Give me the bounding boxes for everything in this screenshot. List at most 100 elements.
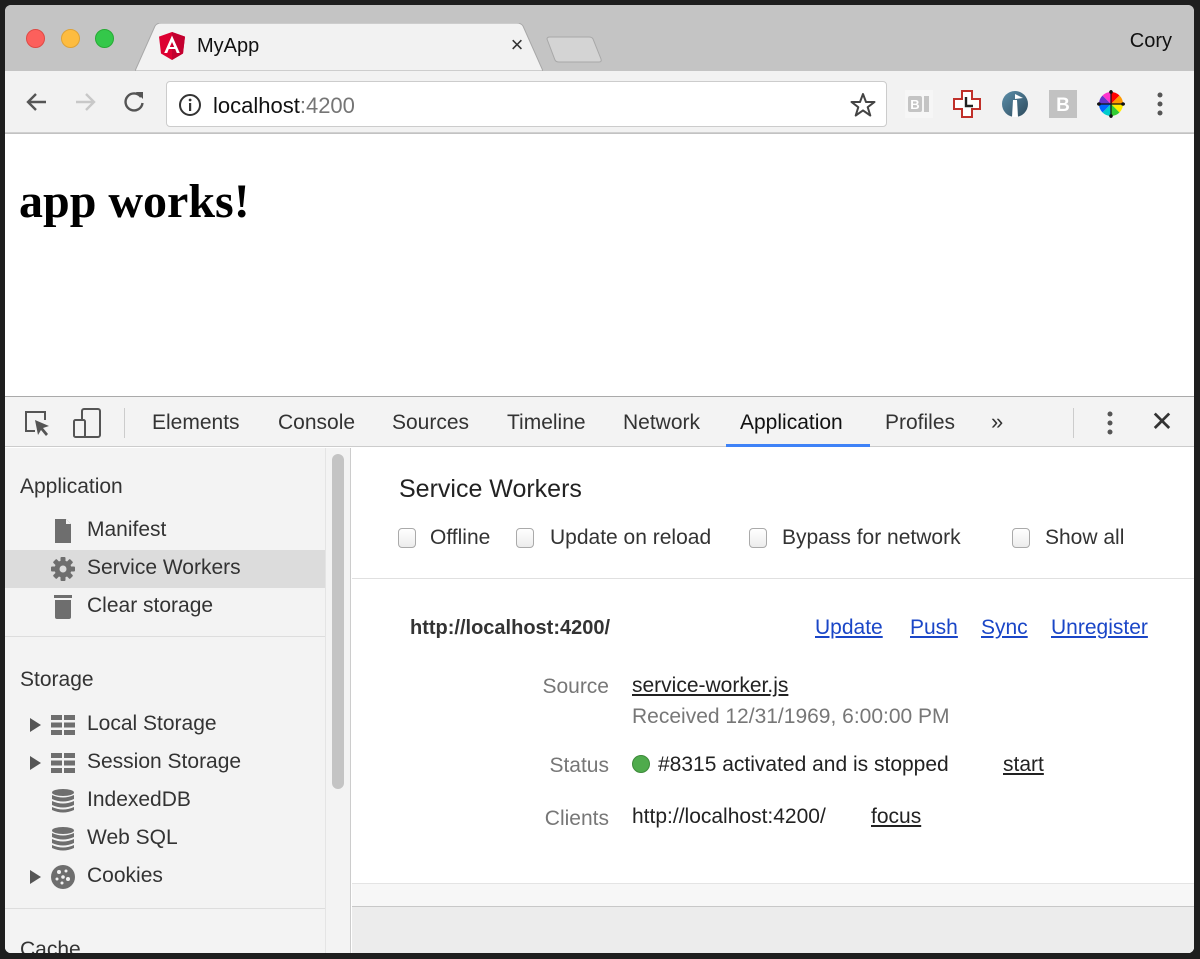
tab-application[interactable]: Application [740,411,843,435]
sidebar-item-label: Web SQL [87,826,178,849]
url-port: :4200 [299,93,355,118]
focus-link[interactable]: focus [871,805,921,829]
angular-icon [159,32,185,60]
inspect-element-icon[interactable] [21,407,53,439]
svg-text:B: B [910,97,919,112]
received-timestamp: Received 12/31/1969, 6:00:00 PM [632,705,950,728]
expand-triangle-icon[interactable] [30,756,41,770]
sidebar-item-label: IndexedDB [87,788,191,811]
more-tabs-icon[interactable]: » [991,409,1003,435]
status-text: #8315 activated and is stopped [658,753,949,776]
tab-sources[interactable]: Sources [392,411,469,435]
close-window-button[interactable] [26,29,45,48]
url-host: localhost [213,93,300,118]
sidebar-item-clear-storage[interactable]: Clear storage [5,588,325,626]
devtools-close-icon[interactable]: ✕ [1149,408,1175,436]
section-storage: Storage [20,668,94,691]
service-workers-panel: Service Workers Offline Update on reload… [352,448,1194,953]
forward-button[interactable] [70,87,100,117]
devtools-menu-icon[interactable] [1103,409,1117,437]
chrome-menu-icon[interactable] [1153,91,1167,117]
sidebar-item-service-workers[interactable]: Service Workers [5,550,325,588]
sidebar-item-label: Clear storage [87,594,214,617]
sidebar-item-indexeddb[interactable]: IndexedDB [5,782,325,820]
url-text[interactable]: localhost:4200 [213,93,355,119]
sidebar-item-cookies[interactable]: Cookies [5,858,325,896]
maximize-window-button[interactable] [95,29,114,48]
tab-profiles[interactable]: Profiles [885,411,955,435]
bypass-for-network-checkbox[interactable] [749,528,767,548]
svg-text:B: B [1056,95,1070,116]
registration-origin: http://localhost:4200/ [410,617,611,639]
panel-title: Service Workers [399,475,582,503]
update-on-reload-label[interactable]: Update on reload [550,526,711,550]
back-arrow-icon [26,93,46,111]
minimize-window-button[interactable] [61,29,80,48]
tab-timeline[interactable]: Timeline [507,411,586,435]
lighthouse-extension-icon[interactable] [1001,90,1029,118]
tab-close-icon[interactable]: × [505,32,529,60]
update-link[interactable]: Update [815,616,883,640]
show-all-label[interactable]: Show all [1045,526,1124,550]
sidebar-item-label: Session Storage [87,750,242,773]
devtools-panel: Elements Console Sources Timeline Networ… [5,396,1194,953]
sync-link[interactable]: Sync [981,616,1028,640]
browser-toolbar: localhost:4200 B B [5,71,1194,133]
status-indicator-icon [632,755,650,773]
browser-tab[interactable]: MyApp × [135,23,543,71]
color-wheel-extension-icon[interactable] [1097,90,1125,118]
bypass-for-network-label[interactable]: Bypass for network [782,526,961,550]
sidebar-scrollbar[interactable] [332,454,344,789]
status-value: #8315 activated and is stopped [632,753,949,777]
start-link[interactable]: start [1003,753,1044,777]
tab-console[interactable]: Console [278,411,355,435]
trash-icon [54,595,72,619]
title-bar: MyApp × Cory [5,5,1194,71]
b-extension-icon[interactable]: B [1049,90,1077,118]
sidebar-item-manifest[interactable]: Manifest [5,512,325,550]
application-sidebar: Application Manifest Service Workers Cle… [5,448,351,953]
expand-triangle-icon[interactable] [30,870,41,884]
browser-window: MyApp × Cory localhost:4200 B B app work… [5,5,1194,953]
source-file-link[interactable]: service-worker.js [632,674,788,698]
unregister-link[interactable]: Unregister [1051,616,1148,640]
section-cache: Cache [20,938,81,953]
sidebar-item-web-sql[interactable]: Web SQL [5,820,325,858]
page-viewport: app works! [5,134,1194,396]
expand-triangle-icon[interactable] [30,718,41,732]
sidebar-item-local-storage[interactable]: Local Storage [5,706,325,744]
bi-extension-icon[interactable]: B [905,90,933,118]
sidebar-item-label: Cookies [87,864,163,887]
active-tab-indicator [726,444,870,447]
database-icon [52,789,74,813]
push-link[interactable]: Push [910,616,958,640]
devtools-tab-bar: Elements Console Sources Timeline Networ… [5,397,1194,447]
back-button[interactable] [22,87,52,117]
reload-icon [124,92,144,112]
grid-icon [51,753,75,773]
toolbar-divider [1073,408,1074,438]
offline-checkbox[interactable] [398,528,416,548]
address-bar[interactable]: localhost:4200 [166,81,887,127]
clock-cross-extension-icon[interactable] [953,90,981,118]
tab-elements[interactable]: Elements [152,411,240,435]
section-divider [5,636,325,637]
page-heading: app works! [19,175,250,228]
tab-network[interactable]: Network [623,411,700,435]
reload-button[interactable] [119,87,149,117]
device-toolbar-icon[interactable] [71,407,103,439]
sidebar-item-label: Service Workers [87,556,241,579]
new-tab-button[interactable] [545,35,603,65]
offline-label[interactable]: Offline [430,526,490,550]
panel-footer [352,906,1194,953]
section-divider [5,908,325,909]
show-all-checkbox[interactable] [1012,528,1030,548]
document-icon [55,519,71,543]
sidebar-item-session-storage[interactable]: Session Storage [5,744,325,782]
database-icon [52,827,74,851]
profile-name[interactable]: Cory [1130,30,1172,53]
gear-icon [51,557,75,581]
bookmark-star-icon[interactable] [850,92,876,118]
update-on-reload-checkbox[interactable] [516,528,534,548]
info-icon[interactable] [178,93,202,117]
